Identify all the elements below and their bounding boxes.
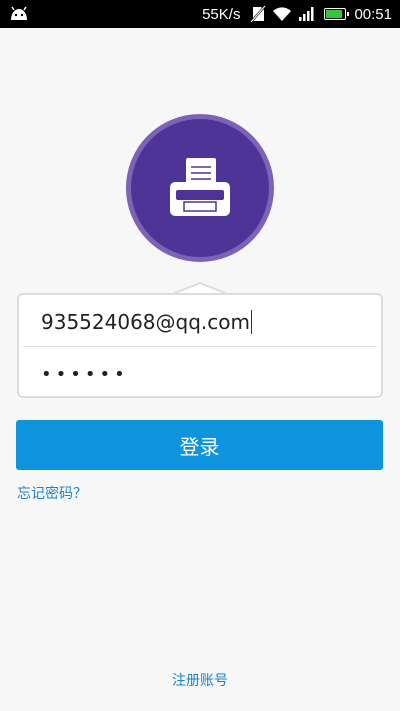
net-speed: 55K/s	[202, 5, 241, 23]
no-sim-icon	[250, 5, 267, 23]
username-field[interactable]: 935524068@qq.com	[23, 297, 377, 347]
signal-icon	[299, 7, 314, 21]
register-link-label: 注册账号	[172, 673, 228, 689]
password-value: ••••••	[41, 363, 129, 385]
battery-icon	[324, 8, 350, 20]
password-field[interactable]: ••••••	[23, 349, 377, 399]
login-button[interactable]: 登录	[16, 420, 383, 470]
android-icon	[11, 6, 27, 20]
clock: 00:51	[354, 5, 392, 23]
status-bar: 55K/s 00:51	[0, 0, 400, 28]
register-link[interactable]: 注册账号	[0, 670, 400, 690]
forgot-password-link[interactable]: 忘记密码？	[17, 483, 87, 503]
printer-icon	[170, 158, 230, 216]
app-logo	[126, 114, 274, 262]
text-cursor	[250, 309, 253, 334]
username-value: 935524068@qq.com	[41, 309, 250, 334]
login-form: 935524068@qq.com ••••••	[17, 293, 383, 398]
wifi-icon	[273, 7, 292, 21]
